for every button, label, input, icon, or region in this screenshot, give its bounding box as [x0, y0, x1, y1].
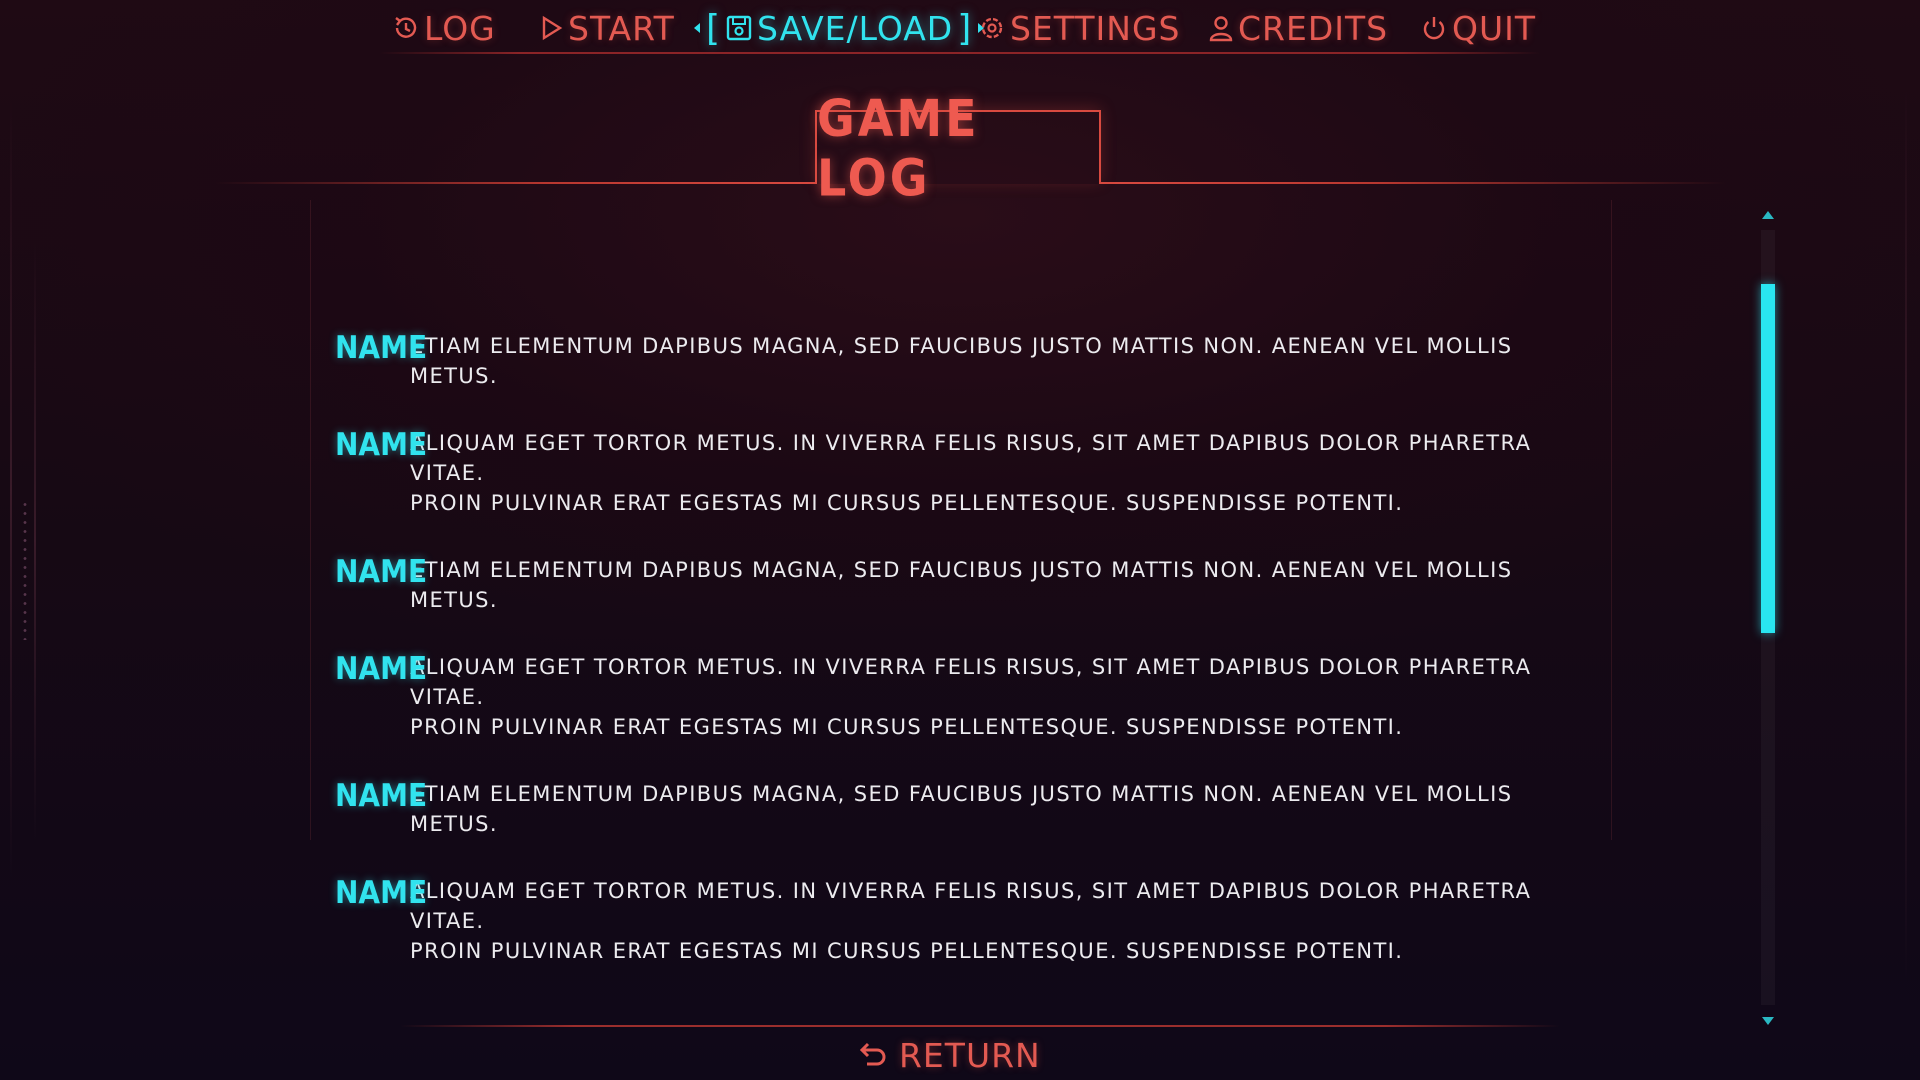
menu-quit-label: QUIT	[1452, 8, 1537, 48]
speaker-name: NAME	[335, 425, 428, 463]
selected-left-arrow-icon	[694, 23, 700, 33]
log-message: ETIAM ELEMENTUM DAPIBUS MAGNA, SED FAUCI…	[410, 330, 1605, 391]
title-divider-left	[215, 182, 817, 184]
left-bracket-icon: [	[706, 7, 722, 49]
menu-credits-label: CREDITS	[1238, 8, 1389, 48]
log-line: PROIN PULVINAR ERAT EGESTAS MI CURSUS PE…	[410, 939, 1404, 963]
left-decor-line	[10, 100, 12, 880]
speaker-name: NAME	[335, 328, 428, 366]
log-entry: NAME ALIQUAM EGET TORTOR METUS. IN VIVER…	[335, 649, 1605, 742]
menu-start[interactable]: START	[540, 6, 675, 50]
save-icon	[726, 15, 752, 41]
log-entry: NAME ETIAM ELEMENTUM DAPIBUS MAGNA, SED …	[335, 552, 1605, 615]
history-icon	[395, 17, 417, 38]
gear-icon	[981, 17, 1003, 39]
scroll-down-arrow-icon[interactable]	[1762, 1017, 1774, 1025]
scrollbar-thumb[interactable]	[1761, 284, 1775, 633]
log-message: ETIAM ELEMENTUM DAPIBUS MAGNA, SED FAUCI…	[410, 554, 1605, 615]
right-decor-line	[1905, 80, 1907, 980]
log-line: ALIQUAM EGET TORTOR METUS. IN VIVERRA FE…	[410, 431, 1532, 485]
log-entry: NAME ALIQUAM EGET TORTOR METUS. IN VIVER…	[335, 425, 1605, 518]
menu-log-label: LOG	[424, 8, 496, 48]
speaker-name: NAME	[335, 873, 428, 911]
return-arrow-icon	[859, 1042, 886, 1066]
log-line: ALIQUAM EGET TORTOR METUS. IN VIVERRA FE…	[410, 879, 1532, 933]
menu-save-load[interactable]: [ SAVE/LOAD ]	[694, 6, 985, 50]
menu-start-label: START	[568, 8, 675, 48]
speaker-name: NAME	[335, 776, 428, 814]
menu-save-load-label: SAVE/LOAD	[757, 8, 954, 48]
left-decor-line-inner	[34, 240, 36, 840]
log-entry: NAME ALIQUAM EGET TORTOR METUS. IN VIVER…	[335, 873, 1605, 966]
menu-log[interactable]: LOG	[392, 6, 496, 50]
right-bracket-icon: ]	[957, 7, 973, 49]
power-icon	[1423, 17, 1445, 40]
log-entry: NAME ETIAM ELEMENTUM DAPIBUS MAGNA, SED …	[335, 328, 1605, 391]
log-line: ALIQUAM EGET TORTOR METUS. IN VIVERRA FE…	[410, 655, 1532, 709]
page-title: GAME LOG	[817, 88, 980, 208]
log-line: ETIAM ELEMENTUM DAPIBUS MAGNA, SED FAUCI…	[410, 782, 1513, 836]
title-divider-right	[1101, 182, 1726, 184]
log-message: ALIQUAM EGET TORTOR METUS. IN VIVERRA FE…	[410, 875, 1605, 966]
menu-credits[interactable]: CREDITS	[1208, 6, 1388, 50]
log-message: ETIAM ELEMENTUM DAPIBUS MAGNA, SED FAUCI…	[410, 778, 1605, 839]
menu-settings[interactable]: SETTINGS	[978, 6, 1180, 50]
bottom-divider	[400, 1025, 1560, 1027]
scroll-up-arrow-icon[interactable]	[1762, 211, 1774, 219]
log-line: ETIAM ELEMENTUM DAPIBUS MAGNA, SED FAUCI…	[410, 334, 1513, 388]
menu-settings-label: SETTINGS	[1010, 8, 1181, 48]
log-line: ETIAM ELEMENTUM DAPIBUS MAGNA, SED FAUCI…	[410, 558, 1513, 612]
left-decor-dots	[22, 500, 28, 640]
top-menu-bar: LOG START [ SAVE/LOAD ] SETTINGS CREDITS	[0, 0, 1920, 56]
speaker-name: NAME	[335, 649, 428, 687]
log-message: ALIQUAM EGET TORTOR METUS. IN VIVERRA FE…	[410, 651, 1605, 742]
speaker-name: NAME	[335, 552, 428, 590]
log-list: NAME ETIAM ELEMENTUM DAPIBUS MAGNA, SED …	[335, 328, 1605, 1002]
play-icon	[542, 15, 563, 41]
menu-quit[interactable]: QUIT	[1420, 6, 1536, 50]
return-button[interactable]: RETURN	[855, 1034, 1041, 1076]
log-entry: NAME ETIAM ELEMENTUM DAPIBUS MAGNA, SED …	[335, 776, 1605, 839]
return-label: RETURN	[899, 1035, 1041, 1075]
title-tab: GAME LOG	[815, 89, 1101, 207]
user-icon	[1209, 16, 1233, 42]
log-line: PROIN PULVINAR ERAT EGESTAS MI CURSUS PE…	[410, 715, 1404, 739]
top-menu-divider	[380, 52, 1540, 54]
log-line: PROIN PULVINAR ERAT EGESTAS MI CURSUS PE…	[410, 491, 1404, 515]
log-message: ALIQUAM EGET TORTOR METUS. IN VIVERRA FE…	[410, 427, 1605, 518]
